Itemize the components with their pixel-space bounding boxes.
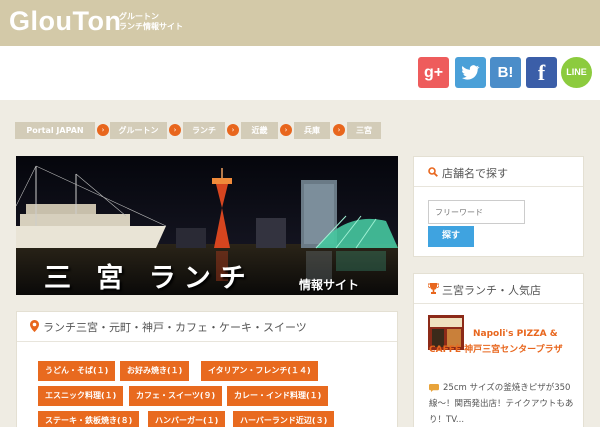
chevron-right-icon: › [280,124,292,136]
map-pin-icon [30,320,39,332]
tag-harborland[interactable]: ハーバーランド近辺(３) [233,411,335,427]
breadcrumb-item-portal-japan[interactable]: Portal JAPAN [15,122,95,139]
banner-subtitle: 情報サイト [299,278,360,292]
chevron-right-icon: › [169,124,181,136]
breadcrumb-item-hyogo[interactable]: 兵庫 [294,122,330,139]
twitter-icon[interactable] [455,57,486,88]
popular-ranking-title: 三宮ランチ・人気店 [442,284,541,297]
tag-hamburger[interactable]: ハンバーガー(１) [148,411,226,427]
tagline-line-2: ランチ情報サイト [119,22,183,31]
banner-title: 三 宮 ランチ [44,263,254,294]
tag-steak-teppanyaki[interactable]: ステーキ・鉄板焼き(８) [38,411,140,427]
tag-ethnic[interactable]: エスニック料理(１) [38,386,124,406]
breadcrumb-item-kinki[interactable]: 近畿 [241,122,278,139]
line-icon[interactable]: LINE [561,57,592,88]
trophy-icon [428,283,439,294]
store-search-header: 店舗名で探す [414,157,583,187]
tag-curry-indian[interactable]: カレー・インド料理(１) [227,386,329,406]
tag-udon-soba[interactable]: うどん・そば(１) [38,361,116,381]
category-panel-header: ランチ三宮・元町・神戸・カフェ・ケーキ・スイーツ [17,312,397,342]
chevron-right-icon: › [333,124,345,136]
store-search-title: 店舗名で探す [442,167,508,180]
search-icon [428,167,438,177]
tag-cafe-sweets[interactable]: カフェ・スイーツ(９) [129,386,223,406]
ranking-item-description: 25cm サイズの釜焼きピザが350線〜！関西発出店！テイクアウトもあり！TV.… [429,383,574,425]
twitter-bird-glyph [462,65,480,80]
popular-ranking-header: 三宮ランチ・人気店 [414,274,583,304]
tag-italian-french[interactable]: イタリアン・フレンチ(１４) [201,361,318,381]
google-plus-icon[interactable]: g+ [418,57,449,88]
site-tagline: グルートン ランチ情報サイト [119,12,183,32]
breadcrumb-item-glouton[interactable]: グルートン [110,122,167,139]
chevron-right-icon: › [97,124,109,136]
chevron-right-icon: › [227,124,239,136]
category-panel-title: ランチ三宮・元町・神戸・カフェ・ケーキ・スイーツ [43,321,307,334]
ranking-item-title[interactable]: Napoli's PIZZA & CAFFÈ 神戸三宮センタープラザ [429,326,579,358]
search-input[interactable] [428,200,525,224]
site-header: GlouTon グルートン ランチ情報サイト [0,0,600,46]
breadcrumb-item-sannomiya: 三宮 [347,122,381,139]
search-button[interactable]: 探す [428,226,474,247]
facebook-icon[interactable]: f [526,57,557,88]
tagline-line-1: グルートン [119,12,159,21]
breadcrumb-item-lunch[interactable]: ランチ [183,122,225,139]
site-logo[interactable]: GlouTon [9,6,121,37]
tag-okonomiyaki[interactable]: お好み焼き(１) [120,361,190,381]
hatena-bookmark-icon[interactable]: B! [490,57,521,88]
